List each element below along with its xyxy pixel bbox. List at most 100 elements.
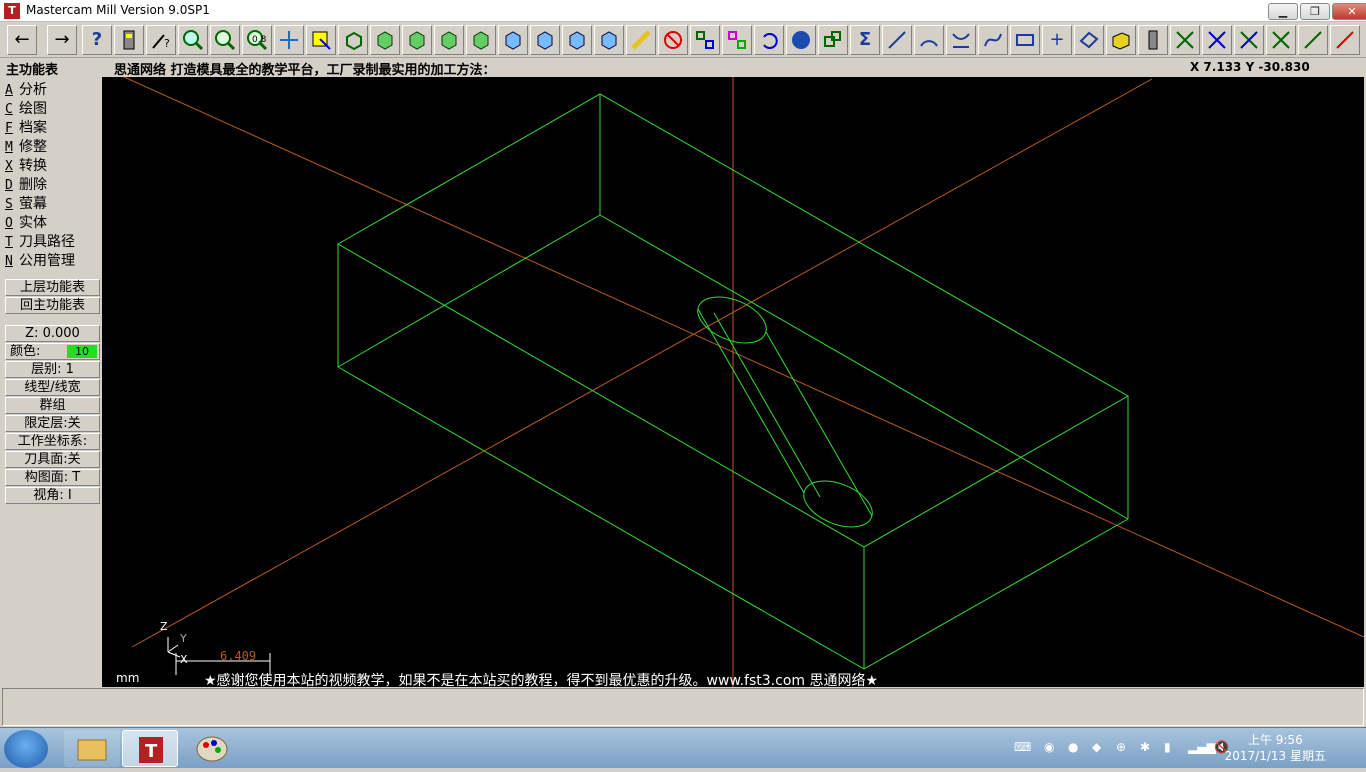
view-iso-icon[interactable] xyxy=(466,25,496,55)
mastercam-app-icon: T xyxy=(4,3,20,19)
color-swatch: 10 xyxy=(67,345,97,358)
triad-y-label: Y xyxy=(180,632,187,645)
menu-item-solids[interactable]: O 实体 xyxy=(5,212,47,231)
zoom-window-icon[interactable] xyxy=(178,25,208,55)
spline-icon[interactable] xyxy=(978,25,1008,55)
axis-y-line xyxy=(131,78,1153,648)
wcs-button[interactable]: 工作坐标系: xyxy=(5,433,100,450)
svg-text:?: ? xyxy=(164,37,170,50)
triad-z-label: Z xyxy=(160,620,168,633)
menu-item-screen[interactable]: S 萤幕 xyxy=(5,193,47,212)
up-menu-button[interactable]: 上层功能表 xyxy=(5,279,100,296)
view-front-icon[interactable] xyxy=(402,25,432,55)
trim-3-icon[interactable] xyxy=(1234,25,1264,55)
menu-item-analyze[interactable]: A 分析 xyxy=(5,79,47,98)
cplane-top-icon[interactable] xyxy=(498,25,528,55)
fillet-icon[interactable] xyxy=(946,25,976,55)
network-tray-icon[interactable]: ◉ xyxy=(1044,740,1054,754)
close-button[interactable]: ✕ xyxy=(1332,3,1366,20)
delete-icon[interactable] xyxy=(658,25,688,55)
shade-sphere-icon[interactable] xyxy=(786,25,816,55)
usb-tray-icon[interactable]: ▮ xyxy=(1164,740,1171,754)
linetype-button[interactable]: 线型/线宽 xyxy=(5,379,100,396)
menu-item-create[interactable]: C 绘图 xyxy=(5,98,47,117)
extend-icon[interactable] xyxy=(1298,25,1328,55)
gview-button[interactable]: 视角: I xyxy=(5,487,100,504)
status-line: 主功能表 思通网络 打造模具最全的教学平台，工厂录制最实用的加工方法： X 7.… xyxy=(0,58,1366,78)
toolpath-icon[interactable] xyxy=(1138,25,1168,55)
explorer-folder-icon[interactable] xyxy=(64,730,120,767)
trim-2-icon[interactable] xyxy=(1202,25,1232,55)
security-tray-icon[interactable]: ◆ xyxy=(1092,740,1101,754)
cplane-button[interactable]: 构图面: T xyxy=(5,469,100,486)
rectangle-icon[interactable] xyxy=(1010,25,1040,55)
menu-item-delete[interactable]: D 删除 xyxy=(5,174,47,193)
signal-tray-icon[interactable]: ▂▄▆ xyxy=(1188,740,1216,754)
repaint-icon[interactable] xyxy=(306,25,336,55)
window-title: Mastercam Mill Version 9.0SP1 xyxy=(26,3,210,17)
sum-icon[interactable]: Σ xyxy=(850,25,880,55)
pan-icon[interactable] xyxy=(274,25,304,55)
clock-date: 2017/1/13 星期五 xyxy=(1224,749,1326,763)
zoom-out-icon[interactable]: 0.8 xyxy=(242,25,272,55)
menu-item-xform[interactable]: X 转换 xyxy=(5,155,47,174)
trim-1-icon[interactable] xyxy=(1170,25,1200,55)
svg-text:0.8: 0.8 xyxy=(252,35,267,45)
plus-tray-icon[interactable]: ⊕ xyxy=(1116,740,1126,754)
mastercam-task-icon[interactable]: T xyxy=(122,730,178,767)
cplane-3d-icon[interactable] xyxy=(594,25,624,55)
keyboard-tray-icon[interactable]: ⌨ xyxy=(1014,740,1031,754)
cplane-front-icon[interactable] xyxy=(530,25,560,55)
arc-icon[interactable] xyxy=(914,25,944,55)
units-label: mm xyxy=(116,671,140,685)
zoom-icon[interactable] xyxy=(210,25,240,55)
restore-button[interactable]: ❐ xyxy=(1300,3,1330,20)
view-top-icon[interactable] xyxy=(370,25,400,55)
translate-icon[interactable] xyxy=(690,25,720,55)
color-button[interactable]: 颜色: 10 xyxy=(5,343,100,360)
menu-item-file[interactable]: F 档案 xyxy=(5,117,47,136)
solid-box-icon[interactable] xyxy=(1106,25,1136,55)
cplane-side-icon[interactable] xyxy=(562,25,592,55)
pencil-icon[interactable] xyxy=(626,25,656,55)
taskbar-clock[interactable]: 上午 9:56 2017/1/13 星期五 xyxy=(1225,732,1326,764)
windows-taskbar: T ⌨ ◉ ● ◆ ⊕ ✱ ▮ ▂▄▆ 🔇 上午 9:56 2017/1/13 … xyxy=(0,727,1366,768)
group-button[interactable]: 群组 xyxy=(5,397,100,414)
graphics-viewport[interactable]: Z Y X 6.409 mm ★感谢您使用本站的视频教学，如果不是在本站买的教程… xyxy=(102,77,1364,687)
z-depth-button[interactable]: Z: 0.000 xyxy=(5,325,100,342)
main-menu-button[interactable]: 回主功能表 xyxy=(5,297,100,314)
menu-item-nc-utils[interactable]: N 公用管理 xyxy=(5,250,75,269)
cursor-coordinates: X 7.133 Y -30.830 xyxy=(1190,60,1310,74)
start-orb-icon[interactable] xyxy=(4,730,48,768)
mask-button[interactable]: 限定层:关 xyxy=(5,415,100,432)
mirror-icon[interactable] xyxy=(722,25,752,55)
surface-icon[interactable] xyxy=(1074,25,1104,55)
axis-triad xyxy=(167,637,181,658)
undo-icon[interactable] xyxy=(754,25,784,55)
qq-tray-icon[interactable]: ● xyxy=(1068,740,1078,754)
prompt-text: 思通网络 打造模具最全的教学平台，工厂录制最实用的加工方法： xyxy=(114,63,496,78)
point-icon[interactable]: + xyxy=(1042,25,1072,55)
level-button[interactable]: 层别: 1 xyxy=(5,361,100,378)
rotate-view-icon[interactable] xyxy=(338,25,368,55)
back-arrow-icon[interactable]: ← xyxy=(7,25,37,55)
scale-icon[interactable] xyxy=(818,25,848,55)
menu-item-toolpaths[interactable]: T 刀具路径 xyxy=(5,231,75,250)
minimize-button[interactable]: ▁ xyxy=(1268,3,1298,20)
trim-divide-icon[interactable] xyxy=(1266,25,1296,55)
color-label: 颜色: xyxy=(10,344,41,359)
bluetooth-tray-icon[interactable]: ✱ xyxy=(1140,740,1150,754)
toolplane-button[interactable]: 刀具面:关 xyxy=(5,451,100,468)
menu-item-modify[interactable]: M 修整 xyxy=(5,136,47,155)
select-help-icon[interactable]: ? xyxy=(146,25,176,55)
break-icon[interactable] xyxy=(1330,25,1360,55)
view-side-icon[interactable] xyxy=(434,25,464,55)
config-icon[interactable] xyxy=(114,25,144,55)
menu-title: 主功能表 xyxy=(6,63,59,78)
footer-message: ★感谢您使用本站的视频教学，如果不是在本站买的教程，得不到最优惠的升级。www.… xyxy=(204,673,879,687)
title-bar: T Mastercam Mill Version 9.0SP1 ▁ ❐ ✕ xyxy=(0,0,1366,22)
line-icon[interactable] xyxy=(882,25,912,55)
paint-palette-icon[interactable] xyxy=(184,730,240,767)
forward-arrow-icon[interactable]: → xyxy=(47,25,77,55)
help-icon[interactable]: ? xyxy=(82,25,112,55)
